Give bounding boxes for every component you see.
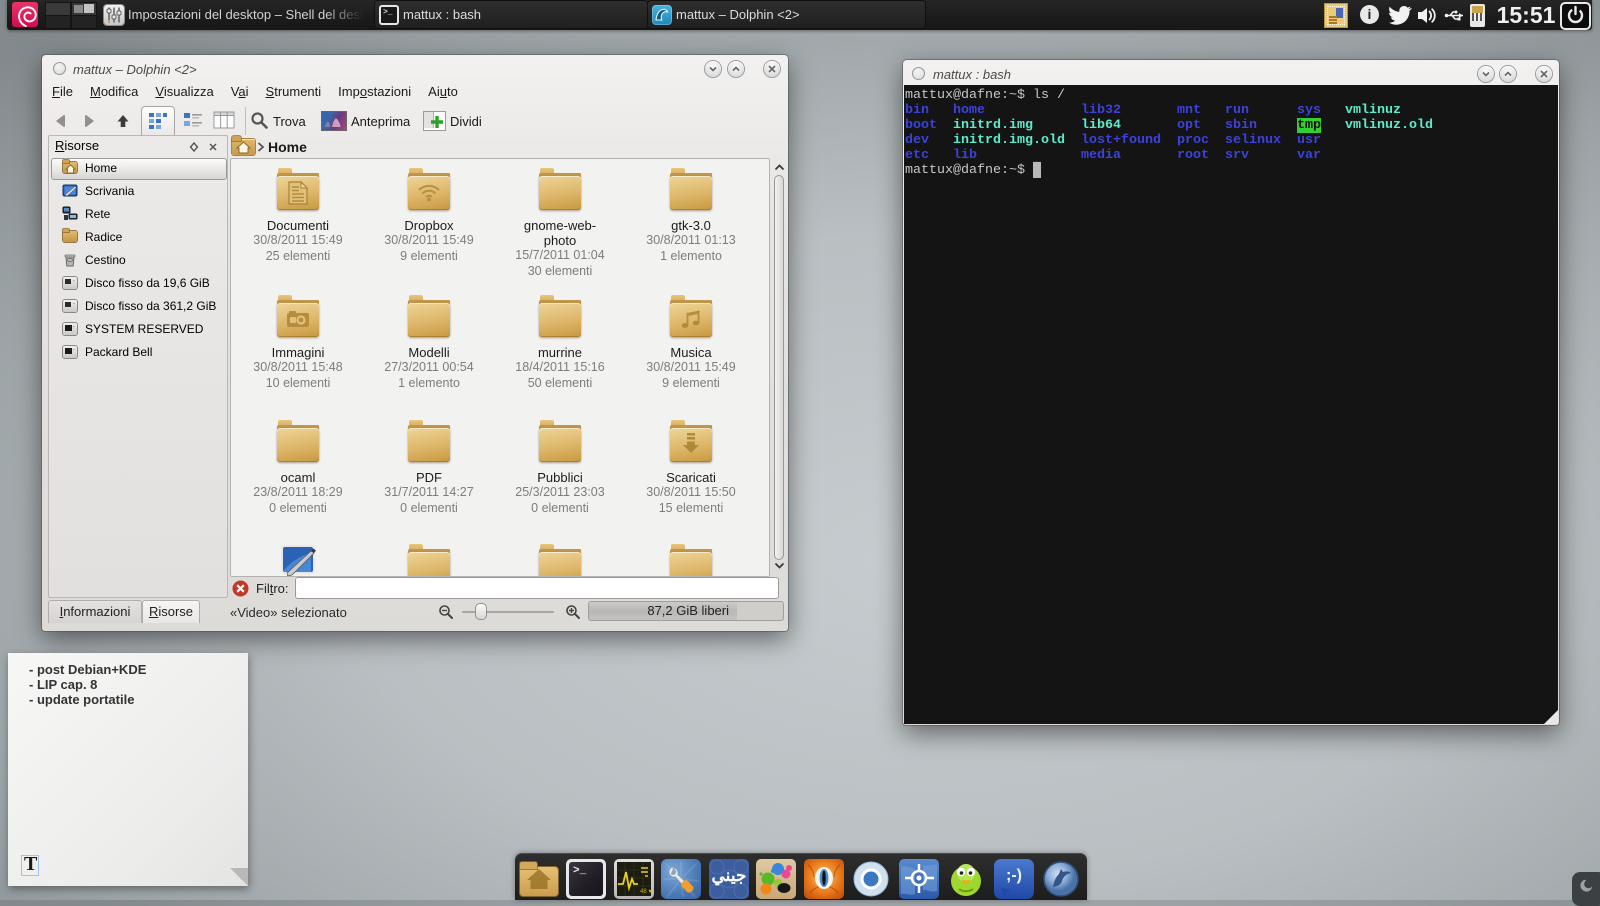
svg-text:48 ♥: 48 ♥ [640, 889, 651, 895]
